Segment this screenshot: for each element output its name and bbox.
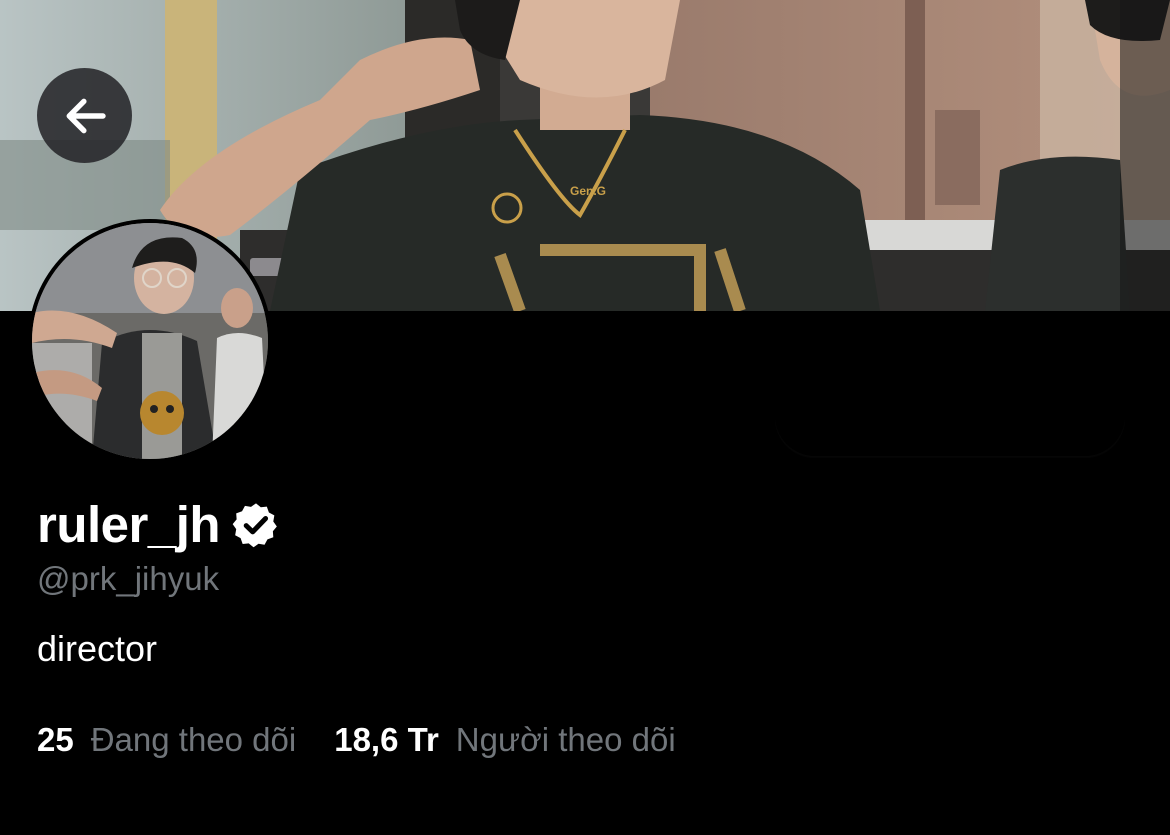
following-count: 25 — [37, 721, 74, 758]
avatar[interactable] — [28, 219, 272, 463]
back-button[interactable] — [37, 68, 132, 163]
followers-label: Người theo dõi — [455, 721, 676, 758]
profile-action-area — [775, 300, 1125, 456]
arrow-left-icon — [66, 98, 106, 133]
bio: director — [37, 628, 158, 669]
display-name: ruler_jh — [37, 496, 221, 553]
followers-link[interactable]: 18,6 Tr Người theo dõi — [334, 718, 675, 762]
display-name-row: ruler_jh — [37, 493, 281, 557]
following-link[interactable]: 25 Đang theo dõi — [37, 718, 296, 762]
user-handle: @prk_jihyuk — [37, 560, 220, 597]
follow-stats: 25 Đang theo dõi 18,6 Tr Người theo dõi — [37, 718, 676, 762]
verified-badge-icon[interactable] — [231, 500, 281, 550]
followers-count: 18,6 Tr — [334, 721, 439, 758]
svg-text:Gen.G: Gen.G — [570, 184, 606, 198]
avatar-photo — [32, 223, 268, 459]
following-label: Đang theo dõi — [90, 721, 297, 758]
